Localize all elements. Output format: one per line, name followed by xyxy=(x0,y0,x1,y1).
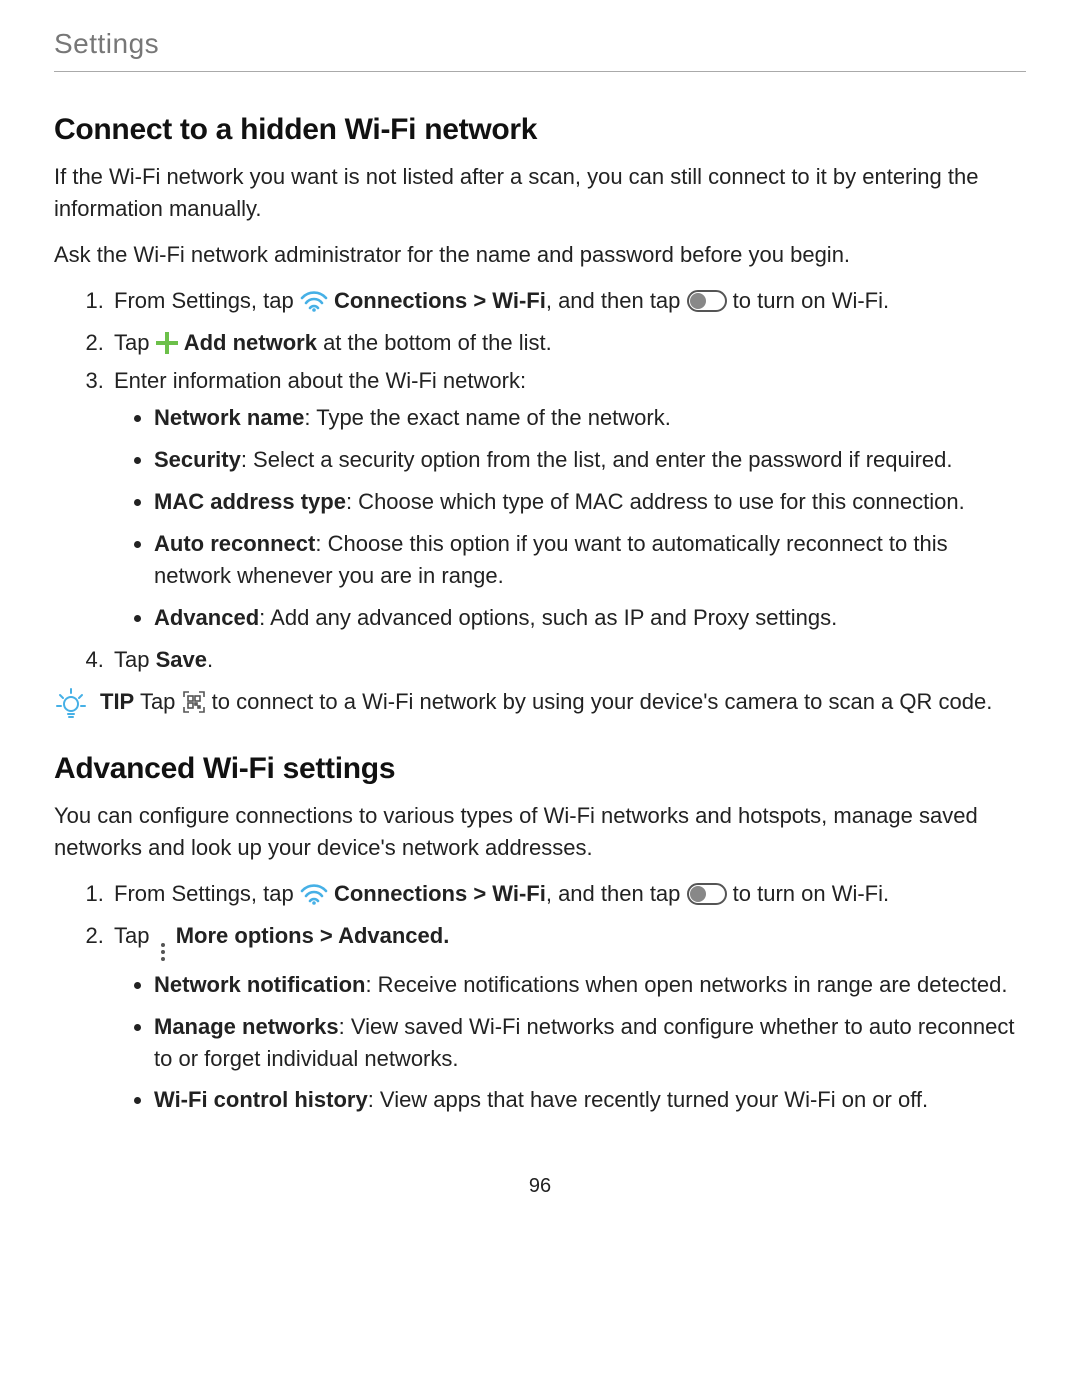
section-heading-advanced-wifi: Advanced Wi-Fi settings xyxy=(54,747,1026,791)
step-text: Enter information about the Wi-Fi networ… xyxy=(114,368,526,393)
bullet-text: : Select a security option from the list… xyxy=(241,447,953,472)
tip-label: TIP xyxy=(100,689,134,714)
header-divider xyxy=(54,71,1026,72)
tip-part-a: Tap xyxy=(134,689,181,714)
section2-step-2: Tap More options > Advanced. Network not… xyxy=(110,920,1026,1117)
list-item: Network notification: Receive notificati… xyxy=(154,969,1026,1001)
bullet-text: : Add any advanced options, such as IP a… xyxy=(259,605,837,630)
step-bold: Connections > Wi-Fi xyxy=(334,288,546,313)
bullet-label: Security xyxy=(154,447,241,472)
step-text: , and then tap xyxy=(546,881,687,906)
step-bold: Add network xyxy=(184,330,317,355)
step-text: Tap xyxy=(114,647,156,672)
step-bold: Save xyxy=(156,647,207,672)
step-text: Tap xyxy=(114,923,156,948)
tip-block: TIP Tap to connect to a Wi-Fi network by… xyxy=(54,686,1026,729)
bullet-text: : View apps that have recently turned yo… xyxy=(368,1087,928,1112)
section2-intro: You can configure connections to various… xyxy=(54,800,1026,864)
bullet-label: Advanced xyxy=(154,605,259,630)
bullet-text: : Choose which type of MAC address to us… xyxy=(346,489,965,514)
step-text: From Settings, tap xyxy=(114,881,300,906)
bullet-text: : Receive notifications when open networ… xyxy=(365,972,1007,997)
lightbulb-icon xyxy=(54,686,88,729)
section2-bullets: Network notification: Receive notificati… xyxy=(114,969,1026,1117)
bullet-text: : Type the exact name of the network. xyxy=(304,405,670,430)
section1-steps: From Settings, tap Connections > Wi-Fi, … xyxy=(54,285,1026,676)
list-item: Auto reconnect: Choose this option if yo… xyxy=(154,528,1026,592)
step-text: From Settings, tap xyxy=(114,288,300,313)
tip-text: TIP Tap to connect to a Wi-Fi network by… xyxy=(100,686,1026,718)
qr-scan-icon xyxy=(182,689,212,714)
list-item: Network name: Type the exact name of the… xyxy=(154,402,1026,434)
list-item: Manage networks: View saved Wi-Fi networ… xyxy=(154,1011,1026,1075)
list-item: Advanced: Add any advanced options, such… xyxy=(154,602,1026,634)
step-text: . xyxy=(207,647,213,672)
bullet-label: Network name xyxy=(154,405,304,430)
step-bold: Connections > Wi-Fi xyxy=(334,881,546,906)
bullet-label: Manage networks xyxy=(154,1014,339,1039)
wifi-icon xyxy=(300,882,328,914)
page-header-title: Settings xyxy=(54,24,1026,65)
list-item: Wi-Fi control history: View apps that ha… xyxy=(154,1084,1026,1116)
page-number: 96 xyxy=(54,1172,1026,1201)
section1-step-3: Enter information about the Wi-Fi networ… xyxy=(110,365,1026,634)
bullet-label: Wi-Fi control history xyxy=(154,1087,368,1112)
section1-bullets: Network name: Type the exact name of the… xyxy=(114,402,1026,633)
bullet-label: MAC address type xyxy=(154,489,346,514)
list-item: MAC address type: Choose which type of M… xyxy=(154,486,1026,518)
list-item: Security: Select a security option from … xyxy=(154,444,1026,476)
toggle-off-icon xyxy=(687,290,727,312)
step-text: at the bottom of the list. xyxy=(317,330,552,355)
tip-part-b: to connect to a Wi-Fi network by using y… xyxy=(212,689,993,714)
section1-intro-2: Ask the Wi-Fi network administrator for … xyxy=(54,239,1026,271)
section2-steps: From Settings, tap Connections > Wi-Fi, … xyxy=(54,878,1026,1116)
step-text: Tap xyxy=(114,330,156,355)
section1-step-2: Tap Add network at the bottom of the lis… xyxy=(110,327,1026,359)
step-text: , and then tap xyxy=(546,288,687,313)
plus-icon xyxy=(156,332,178,354)
section1-step-4: Tap Save. xyxy=(110,644,1026,676)
section-heading-hidden-wifi: Connect to a hidden Wi-Fi network xyxy=(54,108,1026,152)
bullet-label: Auto reconnect xyxy=(154,531,315,556)
more-options-icon xyxy=(156,941,170,963)
toggle-off-icon xyxy=(687,883,727,905)
step-text: to turn on Wi-Fi. xyxy=(733,288,889,313)
section2-step-1: From Settings, tap Connections > Wi-Fi, … xyxy=(110,878,1026,914)
wifi-icon xyxy=(300,289,328,321)
step-text: to turn on Wi-Fi. xyxy=(733,881,889,906)
section1-step-1: From Settings, tap Connections > Wi-Fi, … xyxy=(110,285,1026,321)
section1-intro-1: If the Wi-Fi network you want is not lis… xyxy=(54,161,1026,225)
step-bold: More options > Advanced. xyxy=(176,923,450,948)
bullet-label: Network notification xyxy=(154,972,365,997)
